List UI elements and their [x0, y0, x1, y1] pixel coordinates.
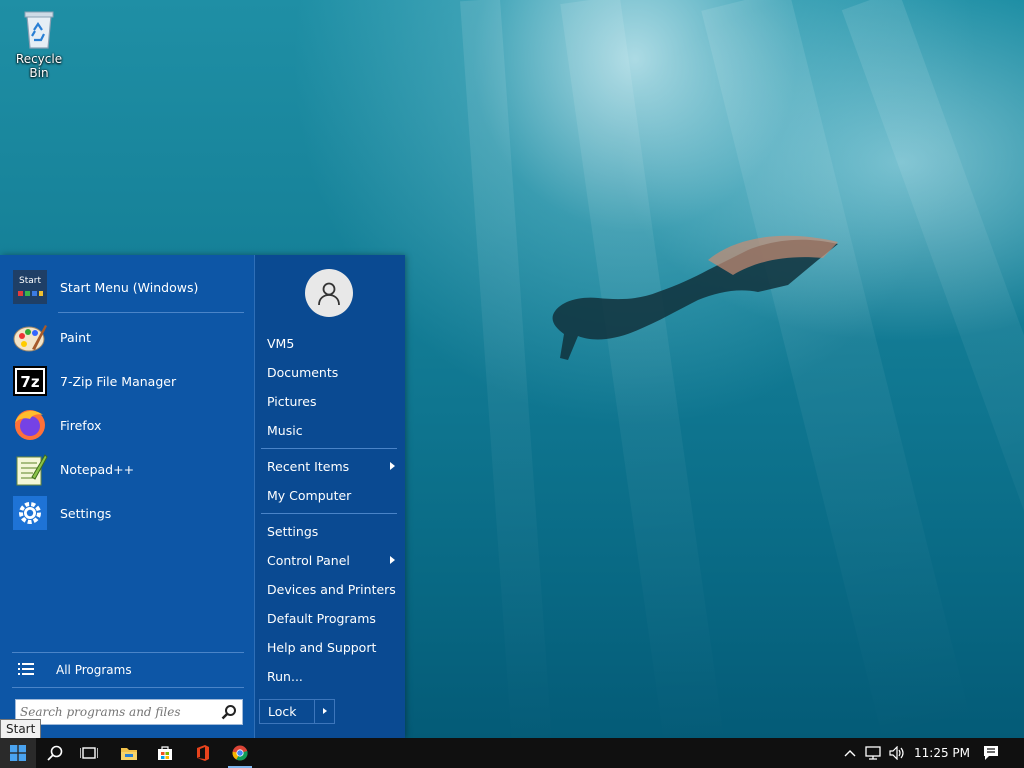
menu-item-label: Control Panel [267, 552, 350, 568]
menu-item-label: Documents [267, 364, 339, 380]
menu-item-recent-items[interactable]: Recent Items [267, 453, 399, 479]
divider [261, 448, 397, 449]
menu-item-control-panel[interactable]: Control Panel [267, 547, 399, 573]
network-icon [865, 746, 881, 760]
menu-item-label: Pictures [267, 393, 317, 409]
menu-item-default-programs[interactable]: Default Programs [267, 605, 399, 631]
show-hidden-icons-button[interactable] [840, 738, 860, 768]
taskbar-store[interactable] [150, 738, 180, 768]
gear-icon [12, 495, 48, 531]
chevron-up-icon [844, 750, 856, 757]
task-view-icon [80, 747, 98, 759]
menu-item-label: VM5 [267, 335, 295, 351]
menu-item-label: Recent Items [267, 458, 350, 474]
menu-item-user-folder[interactable]: VM5 [267, 330, 399, 356]
lock-button-group: Lock [259, 699, 335, 724]
menu-item-settings[interactable]: Settings [267, 518, 399, 544]
pinned-item-paint[interactable]: Paint [12, 317, 248, 357]
start-menu-places-pane: VM5 Documents Pictures Music Recent Item… [254, 255, 405, 738]
search-box[interactable] [15, 699, 243, 725]
divider [12, 652, 244, 653]
taskbar-file-explorer[interactable] [114, 738, 144, 768]
start-menu-app-icon: Start [12, 269, 48, 305]
svg-text:Start: Start [19, 276, 41, 286]
diver-silhouette [552, 235, 838, 360]
menu-item-my-computer[interactable]: My Computer [267, 482, 399, 508]
action-center-button[interactable] [978, 738, 1004, 768]
pinned-item-label: Settings [60, 505, 112, 521]
start-menu: Start Start Menu (Windows) Paint 7z 7-Zi… [0, 255, 405, 738]
paint-icon [12, 319, 48, 355]
all-programs-label: All Programs [56, 663, 132, 677]
menu-item-label: Settings [267, 523, 319, 539]
start-button[interactable] [0, 738, 36, 768]
recycle-bin-icon [19, 6, 59, 50]
menu-item-help-support[interactable]: Help and Support [267, 634, 399, 660]
start-menu-programs-pane: Start Start Menu (Windows) Paint 7z 7-Zi… [0, 255, 254, 738]
submenu-arrow-icon [390, 556, 395, 564]
pinned-item-label: Start Menu (Windows) [60, 279, 199, 295]
divider [261, 513, 397, 514]
desktop-icon-label: Recycle Bin [15, 52, 63, 80]
menu-item-run[interactable]: Run... [267, 663, 399, 689]
pinned-item-label: Notepad++ [60, 461, 135, 477]
user-avatar[interactable] [305, 269, 353, 317]
firefox-icon [12, 407, 48, 443]
clock[interactable]: 11:25 PM [914, 738, 970, 768]
all-programs-button[interactable]: All Programs [12, 657, 244, 683]
task-view-button[interactable] [74, 738, 104, 768]
pinned-item-firefox[interactable]: Firefox [12, 405, 248, 445]
pinned-item-label: 7-Zip File Manager [60, 373, 177, 389]
volume-icon [889, 746, 904, 760]
office-icon [197, 745, 209, 761]
taskbar: 11:25 PM [0, 738, 1024, 768]
light-ray [460, 0, 553, 738]
desktop-icon-recycle-bin[interactable]: Recycle Bin [6, 6, 72, 80]
list-icon [18, 662, 42, 679]
menu-item-label: Devices and Printers [267, 581, 396, 597]
action-center-icon [984, 746, 998, 760]
menu-item-label: Help and Support [267, 639, 377, 655]
pinned-item-label: Paint [60, 329, 91, 345]
store-icon [158, 746, 172, 760]
pinned-item-start-menu[interactable]: Start Start Menu (Windows) [12, 267, 248, 307]
lock-button[interactable]: Lock [260, 704, 314, 719]
menu-item-label: Music [267, 422, 303, 438]
shutdown-options-arrow[interactable] [313, 700, 334, 723]
menu-item-music[interactable]: Music [267, 417, 399, 443]
file-explorer-icon [121, 748, 137, 760]
user-icon [318, 282, 340, 306]
submenu-arrow-icon [390, 462, 395, 470]
search-input[interactable] [20, 703, 216, 721]
network-tray-button[interactable] [862, 738, 884, 768]
menu-item-devices-printers[interactable]: Devices and Printers [267, 576, 399, 602]
menu-item-label: Default Programs [267, 610, 376, 626]
pinned-item-notepad-plus-plus[interactable]: Notepad++ [12, 449, 248, 489]
divider [58, 312, 244, 313]
search-icon [47, 745, 63, 761]
svg-text:7z: 7z [20, 373, 39, 391]
pinned-item-7zip[interactable]: 7z 7-Zip File Manager [12, 361, 248, 401]
start-tooltip: Start [0, 719, 42, 739]
taskbar-search-button[interactable] [40, 738, 70, 768]
taskbar-office[interactable] [188, 738, 218, 768]
chrome-icon [232, 745, 248, 761]
menu-item-label: My Computer [267, 487, 352, 503]
notepad-plus-plus-icon [12, 451, 48, 487]
divider [12, 687, 244, 688]
menu-item-documents[interactable]: Documents [267, 359, 399, 385]
pinned-item-label: Firefox [60, 417, 102, 433]
volume-tray-button[interactable] [886, 738, 908, 768]
menu-item-label: Run... [267, 668, 303, 684]
windows-logo-icon [10, 745, 26, 761]
taskbar-chrome[interactable] [226, 738, 254, 768]
pinned-item-settings[interactable]: Settings [12, 493, 248, 533]
seven-zip-icon: 7z [12, 363, 48, 399]
search-icon[interactable] [221, 704, 237, 720]
menu-item-pictures[interactable]: Pictures [267, 388, 399, 414]
